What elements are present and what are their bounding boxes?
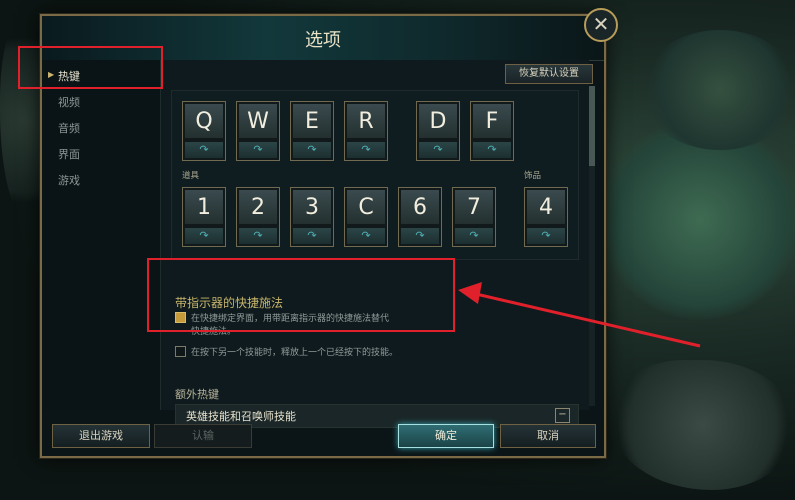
annotation-arrow (458, 282, 701, 348)
